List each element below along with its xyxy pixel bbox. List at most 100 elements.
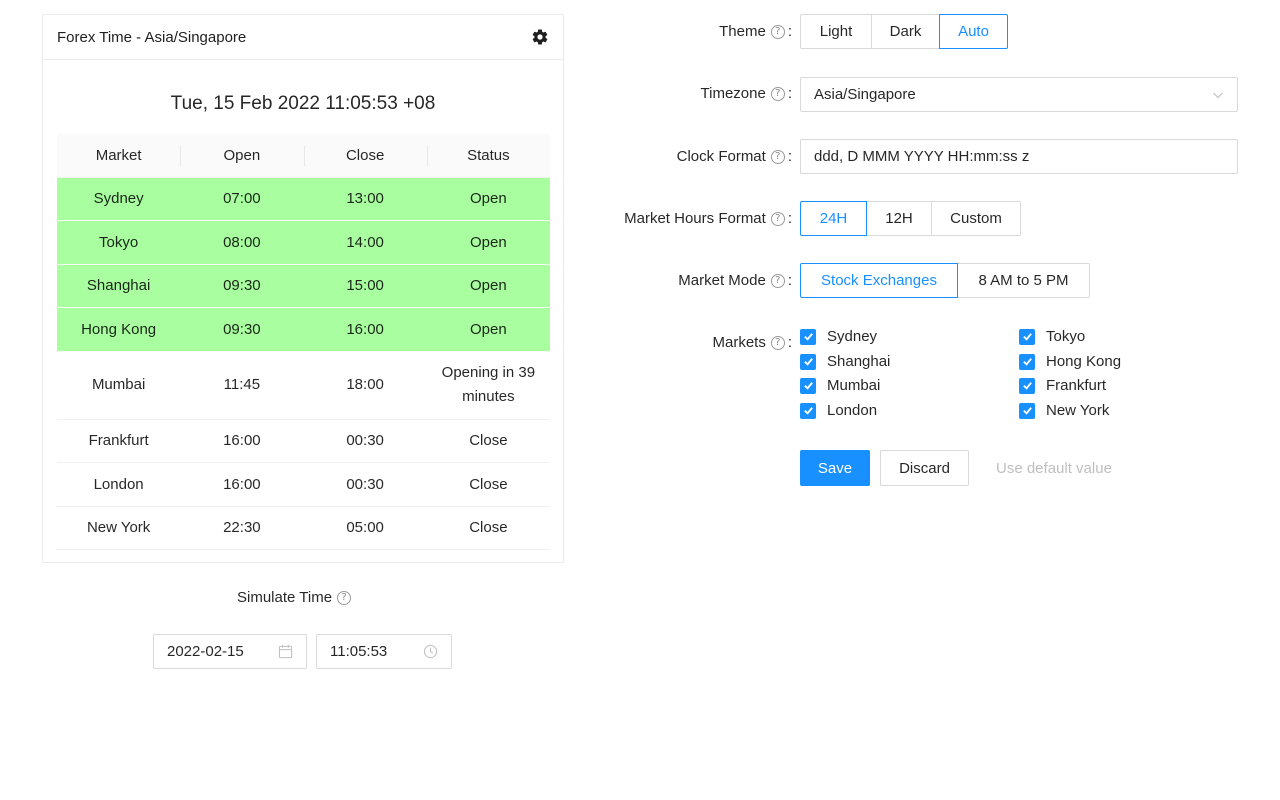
timezone-label-text: Timezone bbox=[700, 85, 766, 102]
close-time: 16:00 bbox=[303, 307, 427, 352]
timezone-label: Timezone ? : bbox=[700, 85, 792, 102]
checkbox-checked-icon[interactable] bbox=[1019, 377, 1035, 394]
column-header-status: Status bbox=[426, 134, 550, 178]
checkbox-label: New York bbox=[1046, 402, 1110, 419]
markets-label-text: Markets bbox=[712, 334, 766, 351]
market-checkbox-london[interactable]: London bbox=[800, 402, 877, 419]
market-checkbox-frankfurt[interactable]: Frankfurt bbox=[1019, 377, 1106, 394]
save-button[interactable]: Save bbox=[800, 450, 870, 486]
timezone-value: Asia/Singapore bbox=[814, 86, 916, 103]
clock-format-label-text: Clock Format bbox=[676, 148, 766, 165]
market-name: Tokyo bbox=[57, 220, 181, 265]
date-value: 2022-02-15 bbox=[167, 643, 244, 660]
timezone-select[interactable]: Asia/Singapore bbox=[800, 77, 1238, 112]
help-icon[interactable]: ? bbox=[770, 211, 785, 226]
open-time: 09:30 bbox=[180, 264, 304, 308]
checkbox-checked-icon[interactable] bbox=[800, 353, 816, 370]
card-title: Forex Time - Asia/Singapore bbox=[57, 28, 247, 46]
market-hours-format-label-text: Market Hours Format bbox=[624, 210, 766, 227]
clock-format-input[interactable]: ddd, D MMM YYYY HH:mm:ss z bbox=[800, 139, 1238, 174]
help-icon[interactable]: ? bbox=[770, 24, 785, 39]
market-status: Close bbox=[426, 462, 550, 507]
checkbox-checked-icon[interactable] bbox=[800, 328, 816, 345]
checkbox-label: Tokyo bbox=[1046, 328, 1086, 345]
help-icon[interactable]: ? bbox=[337, 590, 352, 605]
theme-label: Theme ? : bbox=[719, 23, 792, 40]
help-icon[interactable]: ? bbox=[770, 149, 785, 164]
table-row: Frankfurt 16:00 00:30 Close bbox=[57, 419, 550, 463]
market-name: Hong Kong bbox=[57, 307, 181, 352]
table-row: New York 22:30 05:00 Close bbox=[57, 506, 550, 550]
table-row: Tokyo 08:00 14:00 Open bbox=[57, 220, 550, 265]
forex-time-card: Forex Time - Asia/Singapore Tue, 15 Feb … bbox=[42, 14, 564, 563]
checkbox-label: Mumbai bbox=[827, 377, 881, 394]
simulate-time-label: Simulate Time ? bbox=[237, 589, 352, 606]
close-time: 14:00 bbox=[303, 220, 427, 265]
table-row: Sydney 07:00 13:00 Open bbox=[57, 177, 550, 221]
clock-icon bbox=[423, 644, 438, 659]
table-header-row: Market Open Close Status bbox=[57, 134, 550, 178]
market-mode-option-stock-exchanges[interactable]: Stock Exchanges bbox=[800, 263, 958, 298]
time-value: 11:05:53 bbox=[330, 643, 388, 660]
hours-format-option-12h[interactable]: 12H bbox=[866, 201, 932, 236]
market-name: Mumbai bbox=[57, 351, 181, 420]
checkbox-checked-icon[interactable] bbox=[1019, 328, 1035, 345]
column-header-market: Market bbox=[57, 134, 181, 178]
close-time: 00:30 bbox=[303, 462, 427, 507]
markets-label: Markets ? : bbox=[712, 334, 792, 351]
help-icon[interactable]: ? bbox=[770, 273, 785, 288]
use-default-value-button[interactable]: Use default value bbox=[996, 450, 1112, 486]
clock-format-value: ddd, D MMM YYYY HH:mm:ss z bbox=[814, 148, 1030, 165]
market-mode-option-8am-5pm[interactable]: 8 AM to 5 PM bbox=[957, 263, 1090, 298]
theme-option-auto[interactable]: Auto bbox=[939, 14, 1008, 49]
checkbox-label: Sydney bbox=[827, 328, 878, 345]
checkbox-label: Hong Kong bbox=[1046, 353, 1122, 370]
date-picker[interactable]: 2022-02-15 bbox=[153, 634, 307, 669]
close-time: 13:00 bbox=[303, 177, 427, 221]
checkbox-checked-icon[interactable] bbox=[800, 402, 816, 419]
help-icon[interactable]: ? bbox=[770, 86, 785, 101]
market-name: Frankfurt bbox=[57, 419, 181, 463]
market-checkbox-tokyo[interactable]: Tokyo bbox=[1019, 328, 1085, 345]
market-hours-format-selector: 24H 12H Custom bbox=[800, 201, 1021, 236]
market-status: Open bbox=[426, 264, 550, 308]
hours-format-option-custom[interactable]: Custom bbox=[931, 201, 1021, 236]
open-time: 16:00 bbox=[180, 462, 304, 507]
market-checkbox-shanghai[interactable]: Shanghai bbox=[800, 353, 890, 370]
clock-format-label: Clock Format ? : bbox=[676, 148, 792, 165]
table-row: Mumbai 11:45 18:00 Opening in 39 minutes bbox=[57, 351, 550, 420]
theme-option-light[interactable]: Light bbox=[800, 14, 872, 49]
market-checkbox-new-york[interactable]: New York bbox=[1019, 402, 1109, 419]
market-checkbox-hong-kong[interactable]: Hong Kong bbox=[1019, 353, 1121, 370]
column-header-open: Open bbox=[180, 134, 304, 178]
market-checkbox-mumbai[interactable]: Mumbai bbox=[800, 377, 880, 394]
table-row: Hong Kong 09:30 16:00 Open bbox=[57, 307, 550, 352]
market-mode-selector: Stock Exchanges 8 AM to 5 PM bbox=[800, 263, 1090, 298]
market-hours-format-label: Market Hours Format ? : bbox=[624, 210, 792, 227]
discard-button[interactable]: Discard bbox=[880, 450, 969, 486]
theme-label-text: Theme bbox=[719, 23, 766, 40]
checkbox-checked-icon[interactable] bbox=[1019, 353, 1035, 370]
open-time: 09:30 bbox=[180, 307, 304, 352]
market-status: Open bbox=[426, 177, 550, 221]
market-status: Close bbox=[426, 506, 550, 550]
card-header: Forex Time - Asia/Singapore bbox=[43, 15, 563, 60]
checkbox-checked-icon[interactable] bbox=[1019, 402, 1035, 419]
checkbox-label: Shanghai bbox=[827, 353, 891, 370]
help-icon[interactable]: ? bbox=[770, 335, 785, 350]
market-status: Close bbox=[426, 419, 550, 463]
market-mode-label-text: Market Mode bbox=[678, 272, 766, 289]
close-time: 05:00 bbox=[303, 506, 427, 550]
hours-format-option-24h[interactable]: 24H bbox=[800, 201, 867, 236]
market-name: Sydney bbox=[57, 177, 181, 221]
theme-option-dark[interactable]: Dark bbox=[871, 14, 940, 49]
market-checkbox-sydney[interactable]: Sydney bbox=[800, 328, 877, 345]
checkbox-checked-icon[interactable] bbox=[800, 377, 816, 394]
time-picker[interactable]: 11:05:53 bbox=[316, 634, 452, 669]
current-time-display: Tue, 15 Feb 2022 11:05:53 +08 bbox=[170, 93, 436, 114]
column-header-close: Close bbox=[303, 134, 427, 178]
checkbox-label: London bbox=[827, 402, 878, 419]
simulate-time-text: Simulate Time bbox=[237, 589, 333, 606]
gear-icon[interactable] bbox=[531, 28, 549, 46]
theme-selector: Light Dark Auto bbox=[800, 14, 1008, 49]
